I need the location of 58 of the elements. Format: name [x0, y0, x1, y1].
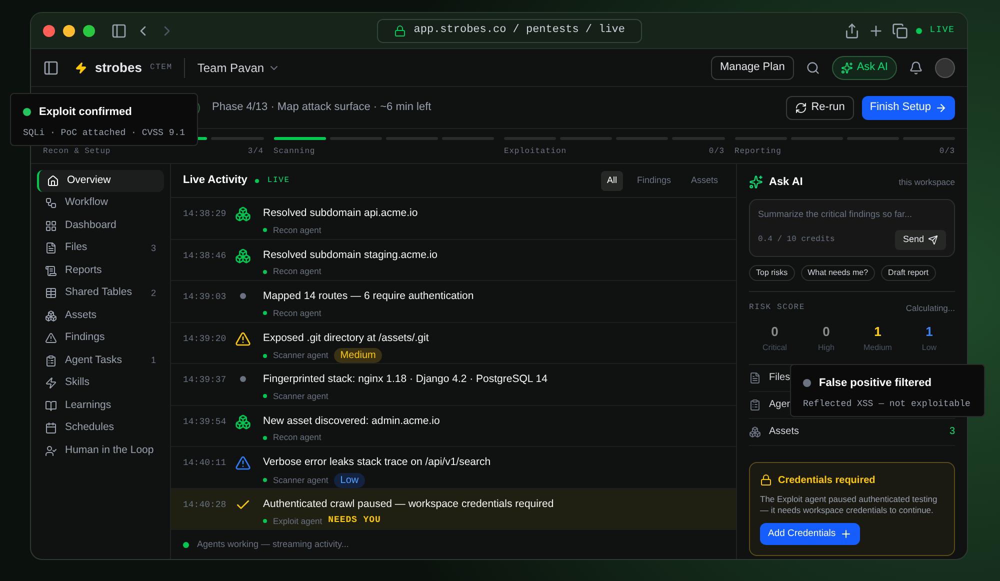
brand-name: strobes [95, 58, 142, 77]
live-label: LIVE [930, 24, 955, 37]
phase-count: 0/3 [708, 146, 724, 158]
phase-status: Phase 4/13 · Map attack surface · ~6 min left [212, 100, 432, 116]
timestamp: 14:38:46 [183, 250, 223, 262]
risk-label: Critical [762, 342, 787, 354]
phase-label: Reporting [734, 146, 782, 158]
agent-label: Recon agent [273, 306, 322, 320]
activity-title: Mapped 14 routes — 6 require authentication [263, 289, 474, 304]
severity-tag: Medium [334, 348, 382, 364]
activity-title: Verbose error leaks stack trace on /api/v1/search [263, 455, 491, 470]
activity-title: Authenticated crawl paused — workspace credentials required [263, 496, 554, 512]
timestamp: 14:39:03 [183, 291, 223, 304]
card-text: The Exploit agent paused authenticated testing — it needs workspace credentials to continue. [760, 494, 938, 518]
timestamp: 14:39:20 [183, 332, 223, 346]
scope-label: this workspace [898, 176, 955, 189]
risk-status: Calculating... [906, 302, 955, 314]
severity-tag: NEEDS YOU [328, 514, 381, 528]
agent-label: Exploit agent [273, 514, 322, 528]
card-title: Credentials required [778, 474, 876, 488]
risk-label: Medium [864, 342, 892, 354]
activity-title: Exposed .git directory at /assets/.git [263, 330, 429, 346]
panel-title: Ask AI [769, 175, 804, 190]
timestamp: 14:39:37 [183, 374, 223, 387]
section-label: RISK SCORE [749, 302, 806, 314]
risk-count: 1 [874, 323, 882, 342]
risk-count: 0 [771, 323, 778, 342]
activity-title: Resolved subdomain staging.acme.io [263, 248, 438, 262]
activity-title: Fingerprinted stack: nginx 1.18 · Django 4.2 · PostgreSQL 14 [263, 372, 548, 387]
toast-title: False positive filtered [819, 376, 932, 391]
activity-title: Resolved subdomain api.acme.io [263, 206, 418, 221]
toast-title: Exploit confirmed [39, 105, 132, 120]
live-label: LIVE [267, 174, 290, 186]
risk-count: 0 [822, 323, 830, 342]
agent-label: Recon agent [273, 431, 322, 444]
activity-title: New asset discovered: admin.acme.io [263, 414, 440, 428]
risk-label: High [818, 342, 834, 354]
status-text: Agents working — streaming activity... [197, 538, 349, 551]
severity-tag: Low [334, 472, 365, 488]
agent-label: Scanner agent [273, 390, 328, 402]
panel-title: Live Activity [183, 173, 248, 188]
timestamp: 14:40:28 [183, 498, 223, 512]
phase-count: 3/4 [248, 146, 264, 158]
phase-label: Recon & Setup [43, 146, 111, 158]
phase-count: 0/3 [939, 146, 955, 158]
credits-label: 0.4 / 10 credits [758, 234, 835, 246]
agent-label: Recon agent [273, 265, 322, 278]
agent-label: Scanner agent [273, 349, 328, 362]
toast-detail: SQLi · PoC attached · CVSS 9.1 [23, 126, 185, 140]
phase-label: Exploitation [504, 146, 566, 158]
risk-label: Low [922, 342, 937, 354]
agent-label: Recon agent [273, 224, 322, 236]
brand-tag: CTEM [150, 62, 172, 74]
risk-count: 1 [926, 323, 933, 342]
timestamp: 14:38:29 [183, 208, 223, 221]
agent-label: Scanner agent [273, 474, 328, 487]
phase-label: Scanning [274, 146, 316, 158]
toast-detail: Reflected XSS — not exploitable [803, 398, 972, 410]
